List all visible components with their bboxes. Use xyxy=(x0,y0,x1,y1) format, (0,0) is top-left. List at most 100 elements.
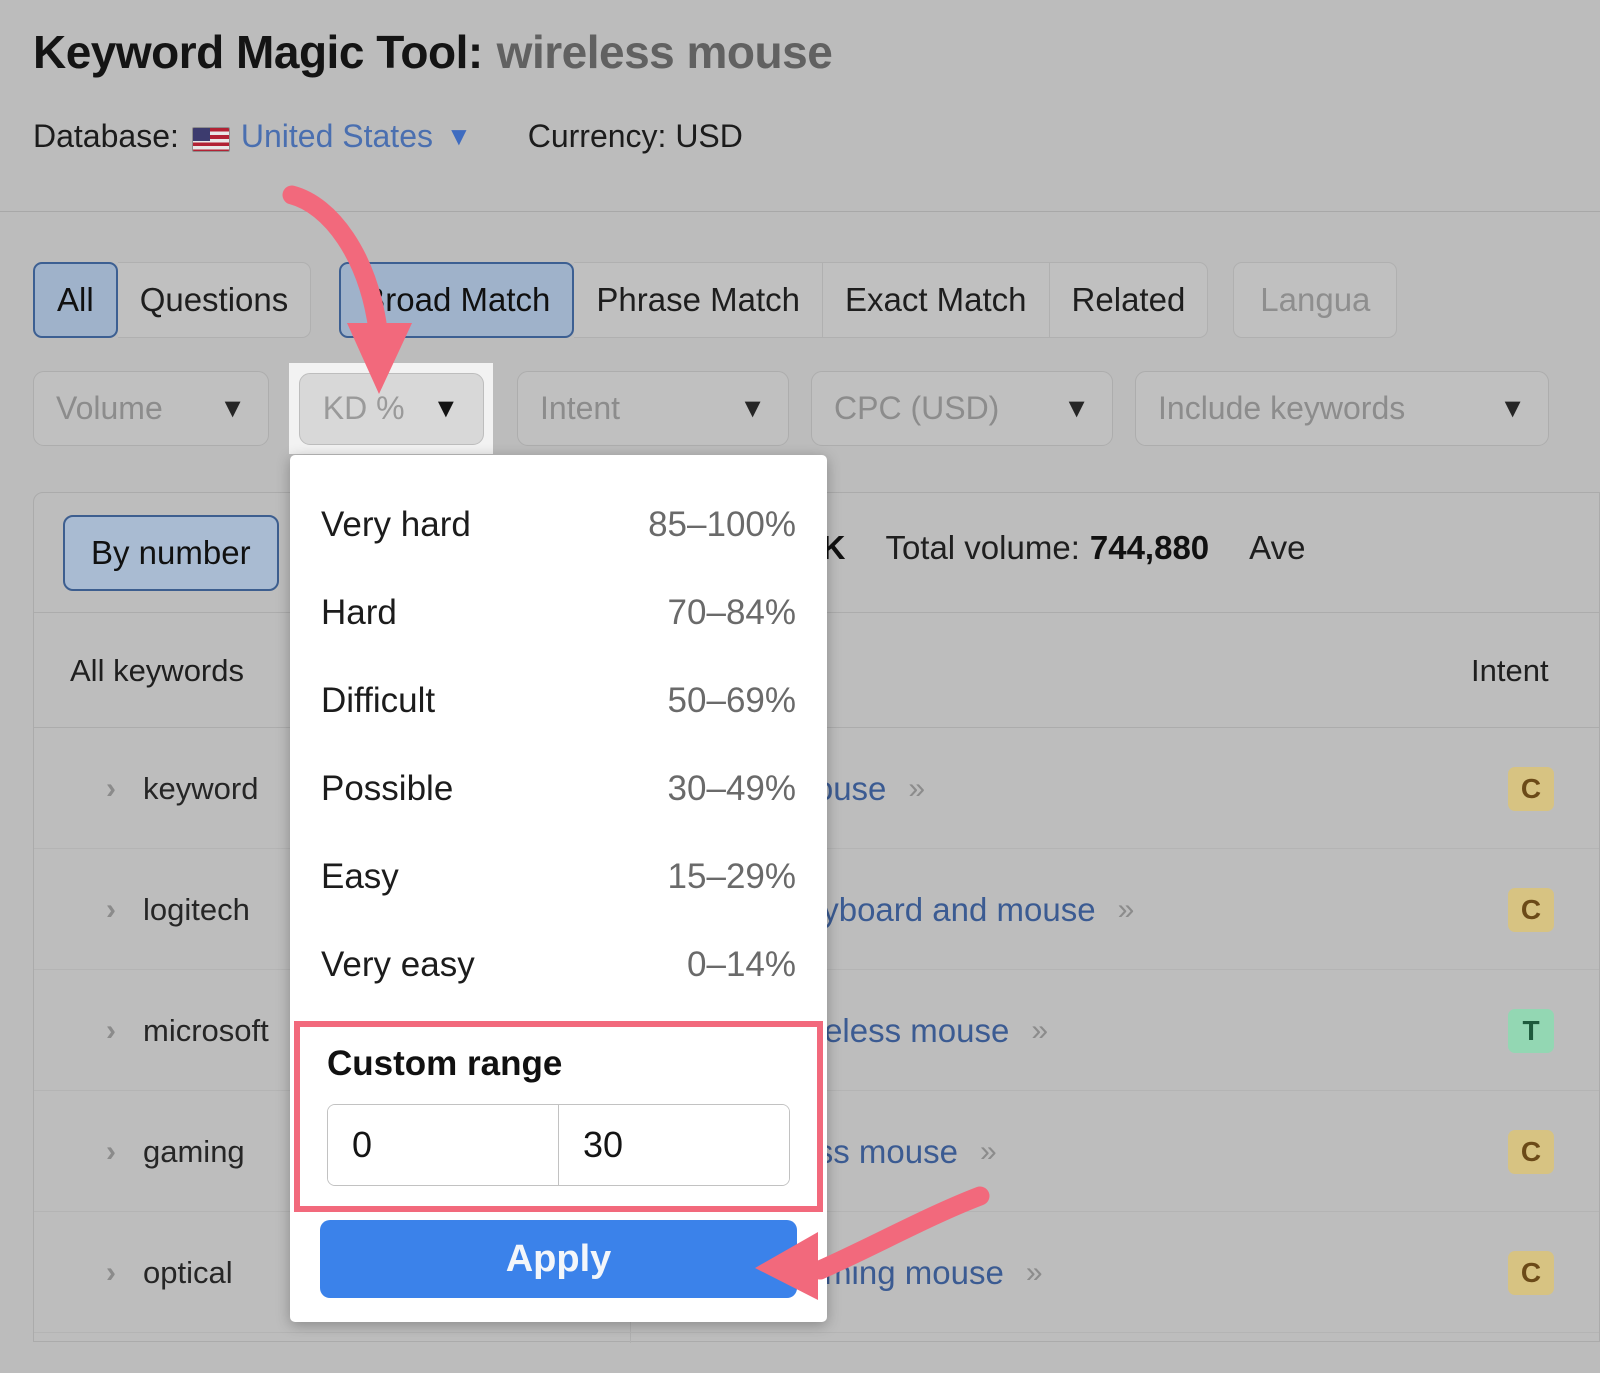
group-label: gaming xyxy=(143,1134,245,1170)
intent-cell: C xyxy=(1508,728,1554,849)
group-cell[interactable]: › logitech xyxy=(106,849,250,970)
double-chevron-right-icon[interactable]: » xyxy=(980,1135,992,1169)
kd-option-range: 85–100% xyxy=(648,505,796,545)
filter-kd-highlight: KD % ▼ xyxy=(289,363,493,454)
group-cell[interactable]: › gaming xyxy=(106,1091,245,1212)
status-badge: T xyxy=(1508,1009,1554,1053)
kd-option-label: Hard xyxy=(321,593,397,633)
group-label: keyword xyxy=(143,771,258,807)
range-max-input[interactable]: 30 xyxy=(559,1105,789,1185)
intent-cell: T xyxy=(1508,970,1554,1091)
database-meta-row: Database: United States ▼ Currency: USD xyxy=(33,118,743,155)
kd-filter-dropdown: Very hard 85–100% Hard 70–84% Difficult … xyxy=(290,455,827,1322)
kd-option-label: Very hard xyxy=(321,505,471,545)
group-cell[interactable]: › microsoft xyxy=(106,970,269,1091)
filter-intent[interactable]: Intent ▼ xyxy=(517,371,789,446)
filter-kd-label: KD % xyxy=(323,390,405,427)
group-cell[interactable]: › keyword xyxy=(106,728,258,849)
kd-option-range: 0–14% xyxy=(687,945,796,985)
page-title: Keyword Magic Tool: wireless mouse xyxy=(33,25,832,79)
currency-label: Currency: USD xyxy=(528,118,743,155)
page-title-query: wireless mouse xyxy=(497,26,833,78)
kd-option-range: 70–84% xyxy=(668,593,796,633)
kd-option-label: Easy xyxy=(321,857,399,897)
kd-option-possible[interactable]: Possible 30–49% xyxy=(290,745,827,833)
group-cell[interactable]: › optical xyxy=(106,1212,233,1333)
chevron-right-icon[interactable]: › xyxy=(106,1135,116,1169)
tab-broad-match[interactable]: Broad Match xyxy=(339,262,574,338)
kd-option-label: Very easy xyxy=(321,945,475,985)
database-label: Database: xyxy=(33,118,179,155)
double-chevron-right-icon[interactable]: » xyxy=(908,772,920,806)
chevron-down-icon[interactable]: ▼ xyxy=(446,121,472,152)
chevron-down-icon: ▼ xyxy=(433,393,460,424)
kd-option-range: 30–49% xyxy=(668,769,796,809)
chevron-right-icon[interactable]: › xyxy=(106,772,116,806)
kd-option-label: Possible xyxy=(321,769,453,809)
filter-cpc-label: CPC (USD) xyxy=(834,390,999,427)
status-badge: C xyxy=(1508,767,1554,811)
kd-option-label: Difficult xyxy=(321,681,435,721)
filter-include-keywords-label: Include keywords xyxy=(1158,390,1405,427)
double-chevron-right-icon[interactable]: » xyxy=(1118,893,1130,927)
tab-exact-match[interactable]: Exact Match xyxy=(823,262,1050,338)
double-chevron-right-icon[interactable]: » xyxy=(1031,1014,1043,1048)
intent-cell: C xyxy=(1508,1212,1554,1333)
kd-option-range: 50–69% xyxy=(668,681,796,721)
filter-volume-label: Volume xyxy=(56,390,163,427)
kd-option-range: 15–29% xyxy=(668,857,796,897)
chevron-right-icon[interactable]: › xyxy=(106,1014,116,1048)
header-divider xyxy=(0,211,1600,212)
status-badge: C xyxy=(1508,1130,1554,1174)
match-type-tabs: All Questions Broad Match Phrase Match E… xyxy=(33,262,1397,338)
apply-section: Apply xyxy=(290,1212,827,1322)
keyword-magic-tool-screen: Keyword Magic Tool: wireless mouse Databa… xyxy=(0,0,1600,1373)
filter-bar: Volume ▼ Intent ▼ CPC (USD) ▼ Include ke… xyxy=(33,371,1571,446)
intent-cell: C xyxy=(1508,1091,1554,1212)
us-flag-icon xyxy=(192,127,230,152)
toggle-by-number[interactable]: By number xyxy=(63,515,279,591)
group-label: optical xyxy=(143,1255,233,1291)
status-badge: C xyxy=(1508,1251,1554,1295)
database-value[interactable]: United States xyxy=(241,118,433,155)
filter-intent-label: Intent xyxy=(540,390,620,427)
tab-phrase-match[interactable]: Phrase Match xyxy=(574,262,823,338)
chevron-down-icon: ▼ xyxy=(1499,393,1526,424)
range-min-input[interactable]: 0 xyxy=(328,1105,559,1185)
kd-option-list: Very hard 85–100% Hard 70–84% Difficult … xyxy=(290,455,827,1009)
tab-group-match: Broad Match Phrase Match Exact Match Rel… xyxy=(339,262,1208,338)
group-label: microsoft xyxy=(143,1013,269,1049)
filter-cpc[interactable]: CPC (USD) ▼ xyxy=(811,371,1113,446)
status-badge: C xyxy=(1508,888,1554,932)
stat-total-volume: Total volume:744,880 xyxy=(885,529,1209,567)
custom-range-title: Custom range xyxy=(327,1044,790,1084)
page-header: Keyword Magic Tool: wireless mouse Databa… xyxy=(0,0,1600,211)
filter-include-keywords[interactable]: Include keywords ▼ xyxy=(1135,371,1549,446)
double-chevron-right-icon[interactable]: » xyxy=(1026,1256,1038,1290)
kd-option-very-hard[interactable]: Very hard 85–100% xyxy=(290,481,827,569)
page-title-main: Keyword Magic Tool: xyxy=(33,26,483,78)
custom-range-inputs: 0 30 xyxy=(327,1104,790,1186)
filter-kd-percent[interactable]: KD % ▼ xyxy=(299,373,484,445)
stat-average: Ave xyxy=(1249,529,1305,567)
filter-volume[interactable]: Volume ▼ xyxy=(33,371,269,446)
tab-language[interactable]: Langua xyxy=(1233,262,1397,338)
tab-questions[interactable]: Questions xyxy=(118,262,312,338)
kd-option-hard[interactable]: Hard 70–84% xyxy=(290,569,827,657)
kd-option-very-easy[interactable]: Very easy 0–14% xyxy=(290,921,827,1009)
column-header-intent[interactable]: Intent xyxy=(1471,653,1549,689)
kd-option-difficult[interactable]: Difficult 50–69% xyxy=(290,657,827,745)
chevron-down-icon: ▼ xyxy=(1063,393,1090,424)
apply-button[interactable]: Apply xyxy=(320,1220,797,1298)
chevron-right-icon[interactable]: › xyxy=(106,1256,116,1290)
tab-related[interactable]: Related xyxy=(1050,262,1209,338)
chevron-down-icon: ▼ xyxy=(219,393,246,424)
group-label: logitech xyxy=(143,892,250,928)
kd-option-easy[interactable]: Easy 15–29% xyxy=(290,833,827,921)
tab-group-scope: All Questions xyxy=(33,262,311,338)
chevron-right-icon[interactable]: › xyxy=(106,893,116,927)
custom-range-section: Custom range 0 30 xyxy=(294,1021,823,1212)
column-header-all-keywords[interactable]: All keywords xyxy=(70,653,244,689)
tab-all[interactable]: All xyxy=(33,262,118,338)
chevron-down-icon: ▼ xyxy=(739,393,766,424)
